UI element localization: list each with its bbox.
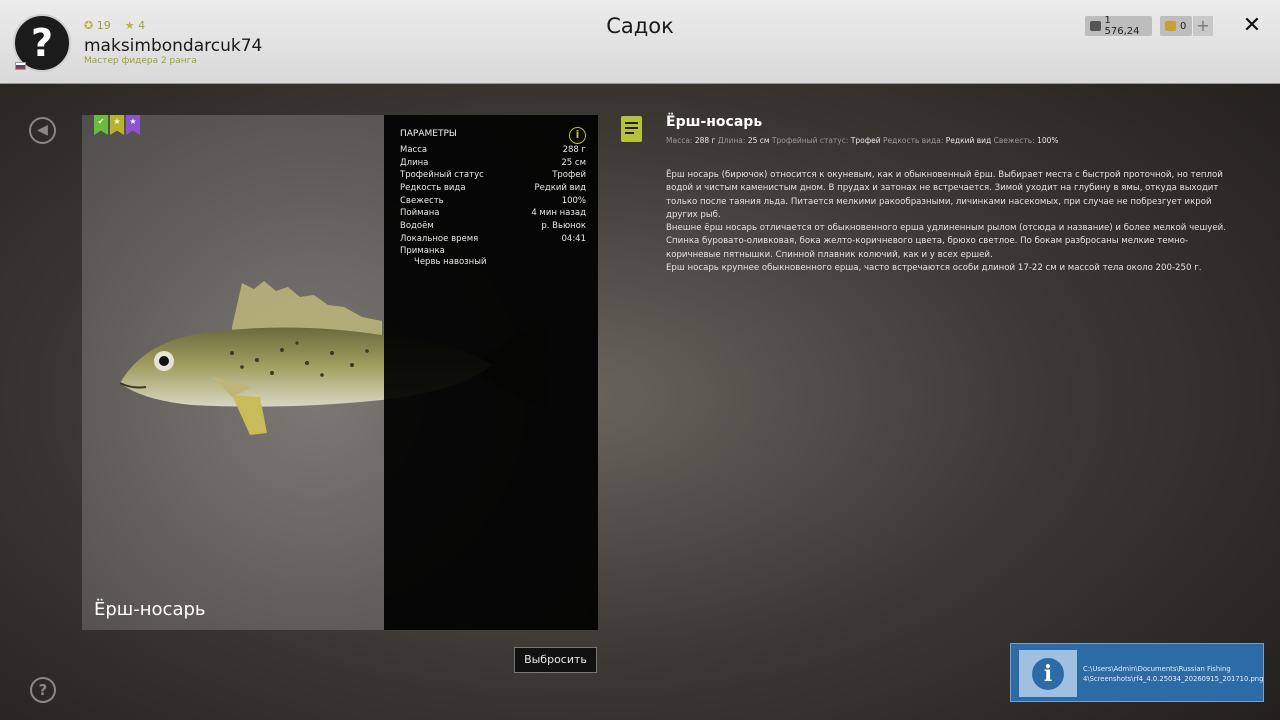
russia-flag-icon xyxy=(15,62,26,70)
level-icon: ✪ xyxy=(84,19,94,32)
parameters-panel: i ПАРАМЕТРЫ Масса 288 г Длина 25 см Трофей… xyxy=(384,115,598,630)
star-badge-icon: ★ xyxy=(126,115,140,135)
param-row-water: Водоём р. Вьюнок xyxy=(400,221,586,232)
screenshot-notification[interactable]: i C:\Users\Admin\Documents\Russian Fishi… xyxy=(1010,643,1264,702)
param-row-trophy: Трофейный статус Трофей xyxy=(400,170,586,181)
parameters-title: ПАРАМЕТРЫ xyxy=(400,129,457,139)
param-row-rarity: Редкость вида Редкий вид xyxy=(400,183,586,194)
notification-text: C:\Users\Admin\Documents\Russian Fishing… xyxy=(1083,665,1264,683)
help-button[interactable]: ? xyxy=(30,677,56,703)
param-row-local-time: Локальное время 04:41 xyxy=(400,233,586,244)
add-gold-button[interactable]: + xyxy=(1193,16,1213,36)
star-badge-icon: ★ xyxy=(110,115,124,135)
page-title: Садок xyxy=(606,14,674,38)
question-icon: ? xyxy=(38,681,48,699)
badges: ✔ ★ ★ xyxy=(94,115,140,135)
user-stats: ✪ 19 ★ 4 xyxy=(84,19,145,32)
username: maksimbondarcuk74 xyxy=(84,36,263,56)
param-row-length: Длина 25 см xyxy=(400,157,586,168)
param-row-freshness: Свежесть 100% xyxy=(400,195,586,206)
level-stat: ✪ 19 xyxy=(84,19,111,32)
gold-coins-icon xyxy=(1165,21,1176,31)
description-meta: Масса: 288 г Длина: 25 см Трофейный стат… xyxy=(666,136,1059,145)
bait-label: Приманка xyxy=(400,245,445,256)
document-icon xyxy=(621,116,642,142)
info-icon[interactable]: i xyxy=(569,127,586,144)
user-rank: Мастер фидера 2 ранга xyxy=(84,56,197,66)
silver-balance: 1 576,24 xyxy=(1085,15,1152,37)
top-bar: ? ✪ 19 ★ 4 maksimbondarcuk74 Мастер фиде… xyxy=(0,0,1280,84)
close-button[interactable]: ✕ xyxy=(1240,14,1264,38)
description-title: Ёрш-носарь xyxy=(666,114,763,130)
fish-card: ✔ ★ ★ Ёрш-носарь i ПАРАМЕТРЫ Масса 288 г… xyxy=(82,115,598,630)
stars-stat: ★ 4 xyxy=(124,19,146,32)
avatar-question-icon: ? xyxy=(30,21,54,65)
description-text: Ёрш носарь (бирючок) относится к окуневы… xyxy=(666,169,1242,275)
info-icon: i xyxy=(1019,650,1077,697)
discard-button[interactable]: Выбросить xyxy=(514,647,597,673)
star-icon: ★ xyxy=(124,19,135,32)
silver-coins-icon xyxy=(1090,21,1101,31)
gold-balance: 0 xyxy=(1160,16,1192,36)
check-badge-icon: ✔ xyxy=(94,115,108,135)
description-paragraph: Ерш носарь крупнее обыкновенного ерша, ч… xyxy=(666,263,1202,274)
back-arrow-icon: ◀ xyxy=(37,122,48,138)
param-row-caught: Поймана 4 мин назад xyxy=(400,208,586,219)
description-paragraph: Внешне ёрш носарь отличается от обыкнове… xyxy=(666,223,1226,260)
param-row-mass: Масса 288 г xyxy=(400,145,586,155)
bait-value: Червь навозный xyxy=(414,256,487,267)
back-button[interactable]: ◀ xyxy=(29,117,56,144)
fish-name: Ёрш-носарь xyxy=(94,599,206,620)
description-paragraph: Ёрш носарь (бирючок) относится к окуневы… xyxy=(666,170,1223,220)
